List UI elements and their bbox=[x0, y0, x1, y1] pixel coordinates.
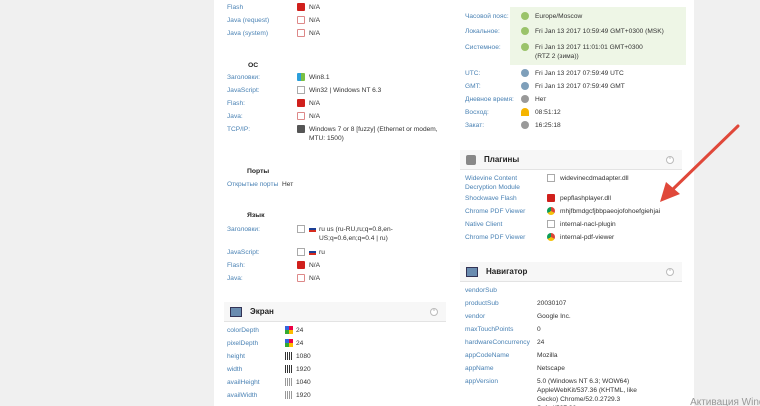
row-value: 5.0 (Windows NT 6.3; WOW64) AppleWebKit/… bbox=[537, 378, 637, 406]
row-label[interactable]: height bbox=[227, 352, 285, 361]
row-label[interactable]: vendorSub bbox=[465, 286, 523, 295]
row-value: 1080 bbox=[296, 353, 311, 360]
row-value: 20030107 bbox=[537, 300, 567, 307]
row-label[interactable]: width bbox=[227, 365, 285, 374]
windows-activation-watermark: Активация Windo bbox=[690, 397, 760, 406]
color-grid-icon bbox=[285, 339, 293, 347]
resolution-icon bbox=[285, 352, 293, 360]
row-label[interactable]: appCodeName bbox=[465, 351, 523, 360]
row-label[interactable]: maxTouchPoints bbox=[465, 325, 523, 334]
row-label[interactable]: productSub bbox=[465, 299, 523, 308]
row-label[interactable]: appVersion bbox=[465, 377, 523, 386]
resolution-icon bbox=[285, 391, 293, 399]
row-value: Netscape bbox=[537, 365, 565, 372]
resolution-icon bbox=[285, 365, 293, 373]
row-value: 1920 bbox=[296, 366, 311, 373]
color-grid-icon bbox=[285, 326, 293, 334]
row-label[interactable]: colorDepth bbox=[227, 326, 285, 335]
row-label[interactable]: hardwareConcurrency bbox=[465, 338, 530, 347]
row-value: 0 bbox=[537, 326, 541, 333]
row-value: 24 bbox=[296, 327, 304, 334]
row-label[interactable]: appName bbox=[465, 364, 523, 373]
row-value: 1920 bbox=[296, 392, 311, 399]
row-value: Google Inc. bbox=[537, 313, 571, 320]
row-value: 1040 bbox=[296, 379, 311, 386]
screen-card-body: colorDepth 24 pixelDepth 24 height 1080 … bbox=[227, 0, 447, 406]
row-label[interactable]: availWidth bbox=[227, 391, 285, 400]
row-label[interactable]: pixelDepth bbox=[227, 339, 285, 348]
row-label[interactable]: availHeight bbox=[227, 378, 285, 387]
resolution-icon bbox=[285, 378, 293, 386]
annotation-arrow bbox=[660, 124, 740, 202]
row-value: 24 bbox=[537, 339, 545, 346]
row-label[interactable]: vendor bbox=[465, 312, 523, 321]
row-value: Mozilla bbox=[537, 352, 558, 359]
row-value: 24 bbox=[296, 340, 304, 347]
